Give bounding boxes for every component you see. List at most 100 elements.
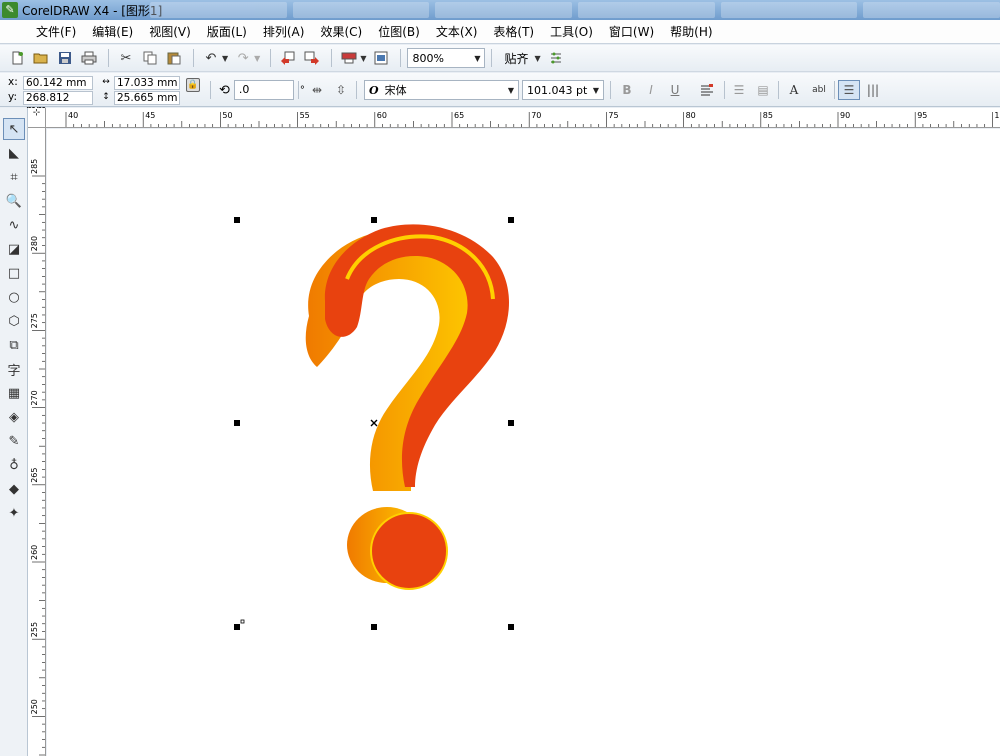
ruler-label: 95 <box>917 111 927 120</box>
selection-handle-middle-left[interactable] <box>234 420 240 426</box>
outline-tool-icon[interactable]: ♁ <box>3 454 25 476</box>
ellipse-tool-icon[interactable]: ○ <box>3 286 25 308</box>
drop-cap-icon[interactable]: ▤ <box>752 80 774 100</box>
mirror-horizontal-icon[interactable]: ⇹ <box>306 80 328 100</box>
horizontal-text-icon[interactable]: ☰ <box>838 80 860 100</box>
rectangle-tool-icon[interactable]: □ <box>3 262 25 284</box>
edit-text-icon[interactable]: abl <box>808 80 830 100</box>
crop-tool-icon[interactable]: ⌗ <box>3 166 25 188</box>
underline-icon[interactable]: U <box>664 80 686 100</box>
degree-symbol: ° <box>299 84 305 96</box>
selection-handle-top-left[interactable] <box>234 217 240 223</box>
character-formatting-icon[interactable]: A <box>783 80 805 100</box>
italic-icon[interactable]: I <box>640 80 662 100</box>
ruler-label: 45 <box>145 111 155 120</box>
table-tool-icon[interactable]: ▦ <box>3 382 25 404</box>
interactive-blend-tool-icon[interactable]: ◈ <box>3 406 25 428</box>
font-size-value: 101.043 pt <box>527 83 588 97</box>
open-folder-icon[interactable] <box>30 47 52 69</box>
save-icon[interactable] <box>54 47 76 69</box>
ruler-label: 255 <box>30 622 39 637</box>
ruler-label: 270 <box>30 390 39 405</box>
freehand-tool-icon[interactable]: ∿ <box>3 214 25 236</box>
snap-dropdown-icon[interactable]: ▼ <box>534 54 540 63</box>
menu-bitmaps[interactable]: 位图(B) <box>370 23 428 40</box>
menu-window[interactable]: 窗口(W) <box>601 23 662 40</box>
snap-to-menu[interactable]: 贴齐 <box>504 50 528 67</box>
rotation-center-mark[interactable] <box>370 419 378 427</box>
toolbar-divider <box>356 81 357 99</box>
fill-tool-icon[interactable]: ◆ <box>3 478 25 500</box>
menu-layout[interactable]: 版面(L) <box>199 23 255 40</box>
redo-dropdown-icon[interactable]: ▼ <box>254 54 260 63</box>
polygon-tool-icon[interactable]: ⬡ <box>3 310 25 332</box>
width-input[interactable]: 17.033 mm <box>114 75 180 90</box>
selection-handle-bottom-center[interactable] <box>371 624 377 630</box>
font-size-dropdown[interactable]: 101.043 pt ▼ <box>522 80 604 100</box>
new-document-icon[interactable] <box>6 47 28 69</box>
welcome-screen-icon[interactable] <box>370 47 392 69</box>
undo-icon[interactable]: ↶ <box>200 47 222 69</box>
lock-ratio-icon[interactable]: 🔒 <box>186 78 200 92</box>
toolbar-divider <box>724 81 725 99</box>
launcher-dropdown-icon[interactable]: ▼ <box>360 54 366 63</box>
zoom-level-dropdown[interactable]: 800% ▼ <box>407 48 486 68</box>
y-position-input[interactable]: 268.812 mm <box>23 90 93 116</box>
options-icon[interactable] <box>545 47 567 69</box>
horizontal-ruler[interactable]: 40 45 50 55 60 65 70 75 80 85 90 95 100 <box>28 108 1000 128</box>
paste-icon[interactable] <box>163 47 185 69</box>
vertical-text-icon[interactable]: ||| <box>862 80 884 100</box>
font-name-value: 宋体 <box>384 84 407 97</box>
text-tool-icon[interactable]: 字 <box>3 358 25 380</box>
undo-dropdown-icon[interactable]: ▼ <box>222 54 228 63</box>
menu-table[interactable]: 表格(T) <box>485 23 542 40</box>
cut-icon[interactable]: ✂ <box>115 47 137 69</box>
ruler-origin[interactable]: ⊹ <box>28 108 46 128</box>
selection-handle-top-right[interactable] <box>508 217 514 223</box>
basic-shapes-tool-icon[interactable]: ⧉ <box>3 334 25 356</box>
import-icon[interactable] <box>277 47 299 69</box>
ruler-label: 40 <box>68 111 78 120</box>
eyedropper-tool-icon[interactable]: ✎ <box>3 430 25 452</box>
print-icon[interactable] <box>78 47 100 69</box>
coreldraw-app-icon[interactable]: ✎ <box>2 2 18 18</box>
rotation-field: ⟲ .0 ° <box>219 80 305 100</box>
application-launcher-icon[interactable] <box>338 47 360 69</box>
menu-effects[interactable]: 效果(C) <box>312 23 370 40</box>
height-input[interactable]: 25.665 mm <box>114 90 180 105</box>
menu-edit[interactable]: 编辑(E) <box>84 23 141 40</box>
menu-arrange[interactable]: 排列(A) <box>255 23 313 40</box>
text-align-icon[interactable] <box>696 80 718 100</box>
vertical-ruler[interactable]: 285 280 275 270 265 260 255 250 <box>28 128 46 756</box>
bold-icon[interactable]: B <box>616 80 638 100</box>
selection-handle-middle-right[interactable] <box>508 420 514 426</box>
position-fields: x: 60.142 mm y: 268.812 mm <box>8 75 93 116</box>
copy-icon[interactable] <box>139 47 161 69</box>
selection-handle-bottom-left[interactable] <box>234 624 240 630</box>
question-mark-graphic[interactable] <box>47 129 1000 756</box>
font-name-dropdown[interactable]: O 宋体 ▼ <box>364 80 519 100</box>
menu-view[interactable]: 视图(V) <box>141 23 199 40</box>
drawing-canvas[interactable] <box>47 129 1000 756</box>
zoom-tool-icon[interactable]: 🔍 <box>3 190 25 212</box>
interactive-fill-tool-icon[interactable]: ✦ <box>3 502 25 524</box>
menu-text[interactable]: 文本(X) <box>428 23 486 40</box>
width-icon: ↔ <box>102 77 110 87</box>
rotation-angle-input[interactable]: .0 <box>233 80 294 100</box>
bullet-list-icon[interactable]: ☰ <box>728 80 750 100</box>
pick-tool-icon[interactable]: ↖ <box>3 118 25 140</box>
export-icon[interactable] <box>301 47 323 69</box>
shape-tool-icon[interactable]: ◣ <box>3 142 25 164</box>
ruler-label: 280 <box>30 236 39 251</box>
redo-icon[interactable]: ↷ <box>232 47 254 69</box>
smart-fill-tool-icon[interactable]: ◪ <box>3 238 25 260</box>
selection-handle-bottom-right[interactable] <box>508 624 514 630</box>
ruler-label: 50 <box>222 111 232 120</box>
menu-tools[interactable]: 工具(O) <box>542 23 601 40</box>
x-position-input[interactable]: 60.142 mm <box>23 75 93 90</box>
menu-file[interactable]: 文件(F) <box>28 23 84 40</box>
mirror-vertical-icon[interactable]: ⇳ <box>330 80 352 100</box>
menu-help[interactable]: 帮助(H) <box>662 23 720 40</box>
y-label: y: <box>8 91 17 103</box>
selection-handle-top-center[interactable] <box>371 217 377 223</box>
